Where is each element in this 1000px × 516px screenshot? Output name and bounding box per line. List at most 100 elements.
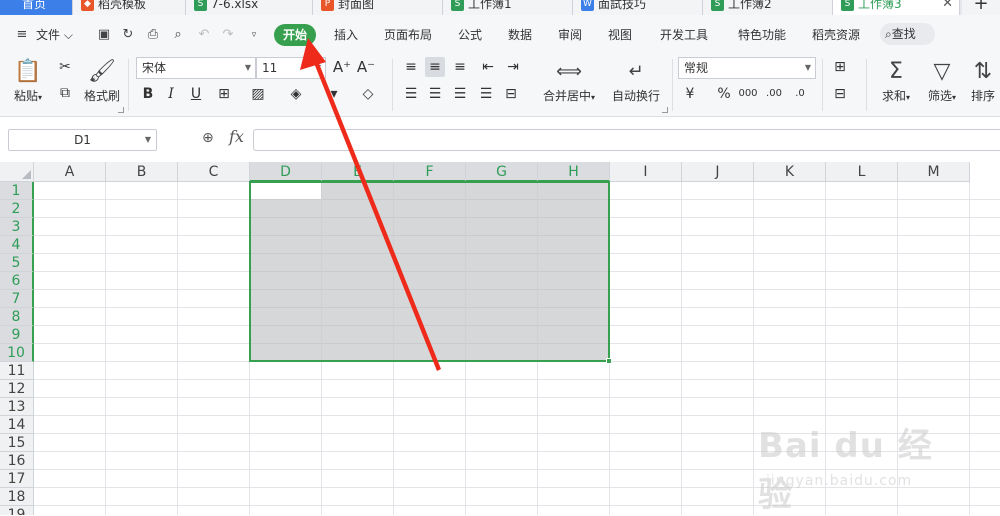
clear-format-icon[interactable]: ◇ xyxy=(358,84,378,104)
align-middle-icon[interactable]: ≡ xyxy=(425,57,445,77)
row-header-6[interactable]: 6 xyxy=(0,272,34,290)
row-header-11[interactable]: 11 xyxy=(0,362,34,380)
quick-access-dropdown-icon[interactable]: ▿ xyxy=(246,27,262,43)
bold-icon[interactable]: B xyxy=(138,84,158,104)
row-header-17[interactable]: 17 xyxy=(0,470,34,488)
border-icon[interactable]: ⊞ xyxy=(214,84,234,104)
menu-start[interactable]: 开始 xyxy=(274,24,317,46)
tab-8[interactable]: S 工作簿3 ✕ xyxy=(833,0,960,15)
filter-button[interactable]: ▽ 筛选▾ xyxy=(922,57,962,104)
alignment-group-launcher[interactable] xyxy=(662,107,668,113)
decrease-decimal-icon[interactable]: .0 xyxy=(790,84,810,104)
tab-7[interactable]: S 工作簿2 xyxy=(703,0,833,15)
menu-view[interactable]: 视图 xyxy=(608,25,632,45)
column-header-f[interactable]: F xyxy=(394,162,466,182)
align-center-icon[interactable]: ☰ xyxy=(425,84,445,104)
search-box[interactable]: ⌕查找 xyxy=(880,23,935,45)
menu-docer-resources[interactable]: 稻壳资源 xyxy=(812,25,860,45)
column-header-l[interactable]: L xyxy=(826,162,898,182)
tab-5[interactable]: S 工作簿1 xyxy=(443,0,573,15)
sort-button[interactable]: ⇅ 排序 xyxy=(966,57,1000,104)
thousands-separator-icon[interactable]: 000 xyxy=(738,84,758,104)
tab-4[interactable]: P 封面图 xyxy=(313,0,443,15)
italic-icon[interactable]: I xyxy=(161,84,181,104)
increase-decimal-icon[interactable]: .00 xyxy=(764,84,784,104)
column-header-j[interactable]: J xyxy=(682,162,754,182)
merge-center-button[interactable]: ⟺ 合并居中▾ xyxy=(538,57,600,104)
row-header-13[interactable]: 13 xyxy=(0,398,34,416)
clipboard-group-launcher[interactable] xyxy=(118,107,124,113)
tab-3[interactable]: S 7-6.xlsx xyxy=(186,0,313,15)
underline-icon[interactable]: U xyxy=(186,84,206,104)
currency-icon[interactable]: ¥ xyxy=(680,84,700,104)
menu-review[interactable]: 审阅 xyxy=(558,25,582,45)
distributed-align-icon[interactable]: ⊟ xyxy=(501,84,521,104)
table-style-icon[interactable]: ⊞ xyxy=(830,57,850,77)
undo-history-icon[interactable]: ↻ xyxy=(120,27,136,43)
redo-icon[interactable]: ↷ xyxy=(220,27,236,43)
row-header-3[interactable]: 3 xyxy=(0,218,34,236)
column-header-h[interactable]: H xyxy=(538,162,610,182)
menu-data[interactable]: 数据 xyxy=(508,25,532,45)
row-header-10[interactable]: 10 xyxy=(0,344,34,362)
column-header-c[interactable]: C xyxy=(178,162,250,182)
undo-icon[interactable]: ↶ xyxy=(196,27,212,43)
increase-indent-icon[interactable]: ⇥ xyxy=(503,57,523,77)
fill-handle[interactable] xyxy=(606,358,612,364)
tab-6[interactable]: W 面試技巧 xyxy=(573,0,703,15)
column-header-e[interactable]: E xyxy=(322,162,394,182)
column-header-g[interactable]: G xyxy=(466,162,538,182)
save-icon[interactable]: ▣ xyxy=(96,27,112,43)
column-header-i[interactable]: I xyxy=(610,162,682,182)
justify-icon[interactable]: ☰ xyxy=(476,84,496,104)
fill-color-icon[interactable]: ▨ xyxy=(248,84,268,104)
column-header-k[interactable]: K xyxy=(754,162,826,182)
menu-developer[interactable]: 开发工具 xyxy=(660,25,708,45)
menu-file[interactable]: 文件 ⌵ xyxy=(36,25,73,45)
name-box[interactable]: D1 ▼ xyxy=(8,129,157,151)
zoom-icon[interactable]: ⊕ xyxy=(202,130,214,146)
wrap-text-button[interactable]: ↵ 自动换行 xyxy=(608,57,664,104)
row-header-19[interactable]: 19 xyxy=(0,506,34,515)
row-header-8[interactable]: 8 xyxy=(0,308,34,326)
tab-2[interactable]: ◆ 稻壳模板 xyxy=(73,0,186,15)
increase-font-icon[interactable]: A⁺ xyxy=(332,57,352,77)
row-header-2[interactable]: 2 xyxy=(0,200,34,218)
row-header-12[interactable]: 12 xyxy=(0,380,34,398)
font-color-icon[interactable]: ◈ xyxy=(286,84,306,104)
decrease-font-icon[interactable]: A⁻ xyxy=(356,57,376,77)
align-bottom-icon[interactable]: ≡ xyxy=(450,57,470,77)
font-color-dropdown-icon[interactable]: ▾ xyxy=(324,84,344,104)
select-all-corner[interactable] xyxy=(0,162,34,182)
new-tab-icon[interactable]: + xyxy=(962,0,1000,15)
cut-icon[interactable]: ✂ xyxy=(55,57,75,77)
percent-icon[interactable]: % xyxy=(714,84,734,104)
column-header-d[interactable]: D xyxy=(250,162,322,182)
format-painter-button[interactable]: 🖌 格式刷 xyxy=(82,57,122,104)
column-header-m[interactable]: M xyxy=(898,162,970,182)
row-header-1[interactable]: 1 xyxy=(0,182,34,200)
row-header-4[interactable]: 4 xyxy=(0,236,34,254)
align-right-icon[interactable]: ☰ xyxy=(450,84,470,104)
paste-button[interactable]: 📋 粘贴▾ xyxy=(10,57,46,104)
active-cell[interactable] xyxy=(251,183,321,199)
print-icon[interactable]: ⎙ xyxy=(145,27,161,43)
menu-insert[interactable]: 插入 xyxy=(334,25,358,45)
column-header-a[interactable]: A xyxy=(34,162,106,182)
font-size-select[interactable]: 11 ▼ xyxy=(256,57,326,79)
align-left-icon[interactable]: ☰ xyxy=(401,84,421,104)
fx-icon[interactable]: fx xyxy=(229,127,244,146)
row-header-5[interactable]: 5 xyxy=(0,254,34,272)
row-header-7[interactable]: 7 xyxy=(0,290,34,308)
decrease-indent-icon[interactable]: ⇤ xyxy=(478,57,498,77)
hamburger-menu-icon[interactable]: ≡ xyxy=(14,27,30,43)
sum-button[interactable]: Σ 求和▾ xyxy=(876,57,916,104)
number-format-select[interactable]: 常规 ▼ xyxy=(678,57,816,79)
print-preview-icon[interactable]: ⌕ xyxy=(170,27,186,43)
menu-formula[interactable]: 公式 xyxy=(458,25,482,45)
menu-special-features[interactable]: 特色功能 xyxy=(738,25,786,45)
font-name-select[interactable]: 宋体 ▼ xyxy=(136,57,256,79)
align-top-icon[interactable]: ≡ xyxy=(401,57,421,77)
formula-input[interactable] xyxy=(253,129,1000,151)
column-header-b[interactable]: B xyxy=(106,162,178,182)
